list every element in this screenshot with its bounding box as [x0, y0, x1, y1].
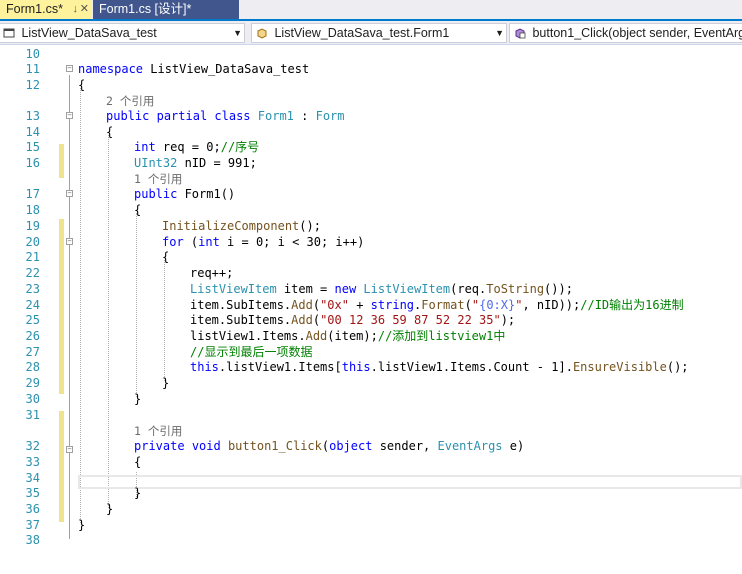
- codelens-references[interactable]: 1 个引用: [134, 424, 182, 440]
- line-number: 35: [25, 486, 40, 500]
- collapse-icon[interactable]: −: [66, 65, 73, 72]
- indent-guide: [108, 135, 109, 508]
- code-line: public partial class Form1 : Form: [106, 109, 345, 123]
- tab-form1-designer[interactable]: Form1.cs [设计]*: [93, 0, 239, 19]
- line-number: 23: [25, 282, 40, 296]
- line-number: 30: [25, 392, 40, 406]
- collapse-icon[interactable]: −: [66, 446, 73, 453]
- line-number: 29: [25, 376, 40, 390]
- document-tab-strip: Form1.cs* ↓ ✕ Form1.cs [设计]*: [0, 0, 742, 21]
- line-number: 12: [25, 78, 40, 92]
- change-marker: [59, 144, 64, 178]
- code-line: {: [78, 78, 86, 92]
- line-number: 11: [25, 62, 40, 76]
- line-number: 26: [25, 329, 40, 343]
- line-number: 37: [25, 518, 40, 532]
- change-marker: [59, 219, 64, 394]
- collapse-icon[interactable]: −: [66, 112, 73, 119]
- line-number: 32: [25, 439, 40, 453]
- pin-icon[interactable]: ↓: [73, 0, 79, 19]
- line-number: 10: [25, 47, 40, 61]
- collapse-icon[interactable]: −: [66, 238, 73, 245]
- current-line-highlight: [78, 475, 742, 489]
- line-number: 18: [25, 203, 40, 217]
- line-number: 19: [25, 219, 40, 233]
- code-line: {: [106, 125, 114, 139]
- code-line: item.SubItems.Add("00 12 36 59 87 52 22 …: [190, 313, 516, 327]
- line-number: 34: [25, 471, 40, 485]
- code-line: UInt32 nID = 991;: [134, 156, 257, 170]
- line-number: 13: [25, 109, 40, 123]
- line-number: 24: [25, 298, 40, 312]
- line-number: 36: [25, 502, 40, 516]
- csharp-project-icon: [3, 26, 15, 38]
- code-line: for (int i = 0; i < 30; i++): [162, 235, 365, 249]
- code-line: {: [134, 455, 142, 469]
- line-number: 16: [25, 156, 40, 170]
- line-number: 28: [25, 360, 40, 374]
- code-line: {: [162, 250, 170, 264]
- chevron-down-icon: ▼: [233, 28, 242, 38]
- line-number: 17: [25, 187, 40, 201]
- code-line: }: [134, 486, 142, 500]
- codelens-references[interactable]: 1 个引用: [134, 172, 182, 188]
- line-number: 22: [25, 266, 40, 280]
- code-line: ListViewItem item = new ListViewItem(req…: [190, 282, 573, 296]
- line-number: 14: [25, 125, 40, 139]
- code-line: }: [134, 392, 142, 406]
- chevron-down-icon: ▼: [495, 28, 504, 38]
- change-marker: [59, 411, 64, 522]
- method-lock-icon: [514, 26, 526, 39]
- outline-line: [69, 75, 70, 539]
- tab-label: Form1.cs*: [6, 2, 63, 16]
- code-line: InitializeComponent();: [162, 219, 321, 233]
- project-name: ListView_DataSava_test: [21, 26, 157, 40]
- indent-guide: [164, 260, 165, 381]
- code-line: }: [162, 376, 170, 390]
- line-number: 38: [25, 533, 40, 547]
- class-icon: [256, 26, 268, 39]
- line-number: 33: [25, 455, 40, 469]
- code-line: req++;: [190, 266, 234, 280]
- close-icon[interactable]: ✕: [80, 0, 89, 19]
- code-line: this.listView1.Items[this.listView1.Item…: [190, 360, 689, 374]
- member-dropdown[interactable]: button1_Click(object sender, EventArgs e…: [509, 23, 742, 43]
- type-name: ListView_DataSava_test.Form1: [274, 26, 450, 40]
- line-number: 25: [25, 313, 40, 327]
- collapse-icon[interactable]: −: [66, 190, 73, 197]
- code-line: item.SubItems.Add("0x" + string.Format("…: [190, 298, 684, 312]
- tab-label: Form1.cs [设计]*: [99, 2, 192, 16]
- line-number: 27: [25, 345, 40, 359]
- code-line: }: [106, 502, 114, 516]
- navigation-bar: ListView_DataSava_test ▼ ListView_DataSa…: [0, 21, 742, 45]
- line-number: 15: [25, 140, 40, 154]
- code-line: listView1.Items.Add(item);//添加到listview1…: [190, 329, 506, 343]
- line-number: 20: [25, 235, 40, 249]
- line-number: 31: [25, 408, 40, 422]
- member-name: button1_Click(object sender, EventArgs e…: [532, 26, 742, 40]
- code-line: {: [134, 203, 142, 217]
- code-line: namespace ListView_DataSava_test: [78, 62, 310, 76]
- code-editor[interactable]: − − − − − 10 11 12 13 14 15 16 17 18 19 …: [0, 45, 742, 574]
- codelens-references[interactable]: 2 个引用: [106, 94, 154, 110]
- code-line: private void button1_Click(object sender…: [134, 439, 525, 453]
- line-number: 21: [25, 250, 40, 264]
- code-line: int req = 0;//序号: [134, 140, 260, 154]
- indent-guide: [80, 88, 81, 523]
- code-line: }: [78, 518, 86, 532]
- tab-form1-cs[interactable]: Form1.cs* ↓ ✕: [0, 0, 92, 19]
- type-dropdown[interactable]: ListView_DataSava_test.Form1 ▼: [251, 23, 507, 43]
- code-line: //显示到最后一项数据: [190, 345, 313, 359]
- project-dropdown[interactable]: ListView_DataSava_test ▼: [0, 23, 245, 43]
- code-line: public Form1(): [134, 187, 236, 201]
- indent-guide: [136, 213, 137, 397]
